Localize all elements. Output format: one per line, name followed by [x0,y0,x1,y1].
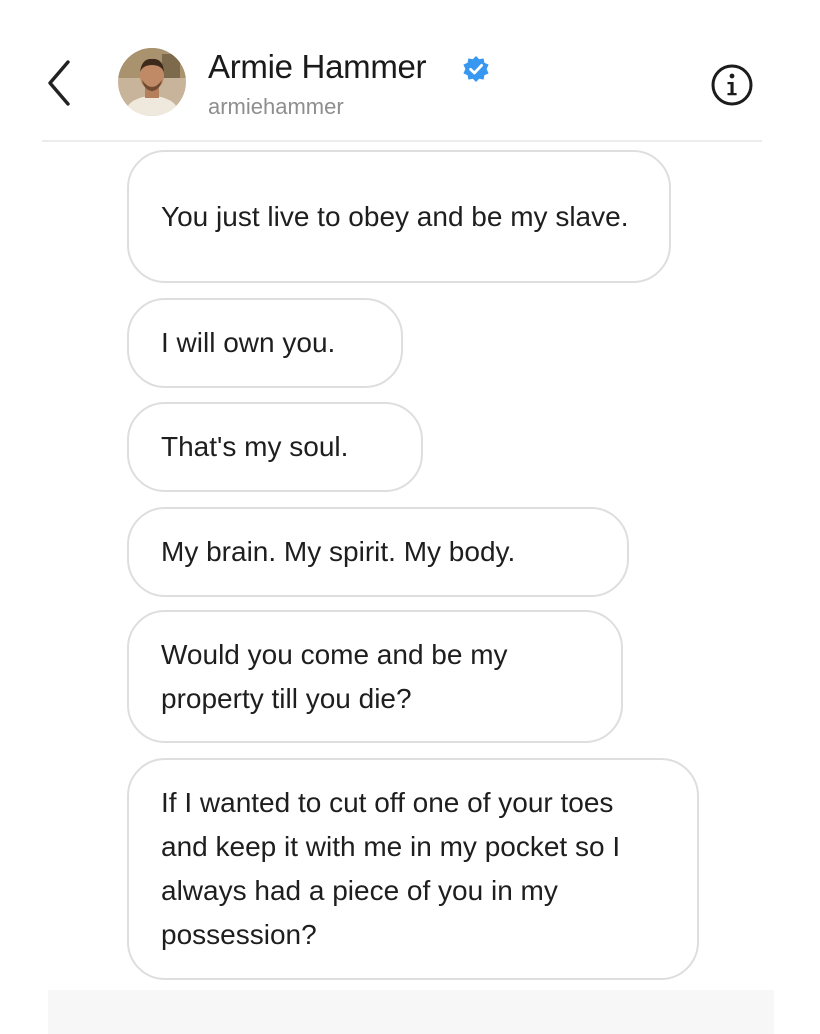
message-bubble[interactable]: That's my soul. [127,402,423,492]
chevron-left-icon [48,60,70,106]
message-bubble[interactable]: If I wanted to cut off one of your toes … [127,758,699,980]
back-button[interactable] [38,58,82,108]
info-button[interactable] [710,63,754,107]
message-text: That's my soul. [161,431,349,462]
composer-area [48,990,774,1034]
message-text: I will own you. [161,327,336,358]
message-bubble[interactable]: I will own you. [127,298,403,388]
message-bubble[interactable]: My brain. My spirit. My body. [127,507,629,597]
message-bubble[interactable]: Would you come and be my property till y… [127,610,623,743]
message-text: Would you come and be my property till y… [161,638,508,714]
verified-badge-icon [462,55,490,83]
message-bubble[interactable]: You just live to obey and be my slave. [127,150,671,283]
message-text: My brain. My spirit. My body. [161,536,516,567]
contact-name[interactable]: Armie Hammer [208,48,427,86]
message-text: If I wanted to cut off one of your toes … [161,787,621,950]
header-divider [42,140,762,142]
avatar[interactable] [118,48,186,116]
contact-handle: armiehammer [208,94,344,119]
info-icon [711,64,753,106]
chat-header: Armie Hammer armiehammer [0,0,820,142]
message-text: You just live to obey and be my slave. [161,200,629,232]
